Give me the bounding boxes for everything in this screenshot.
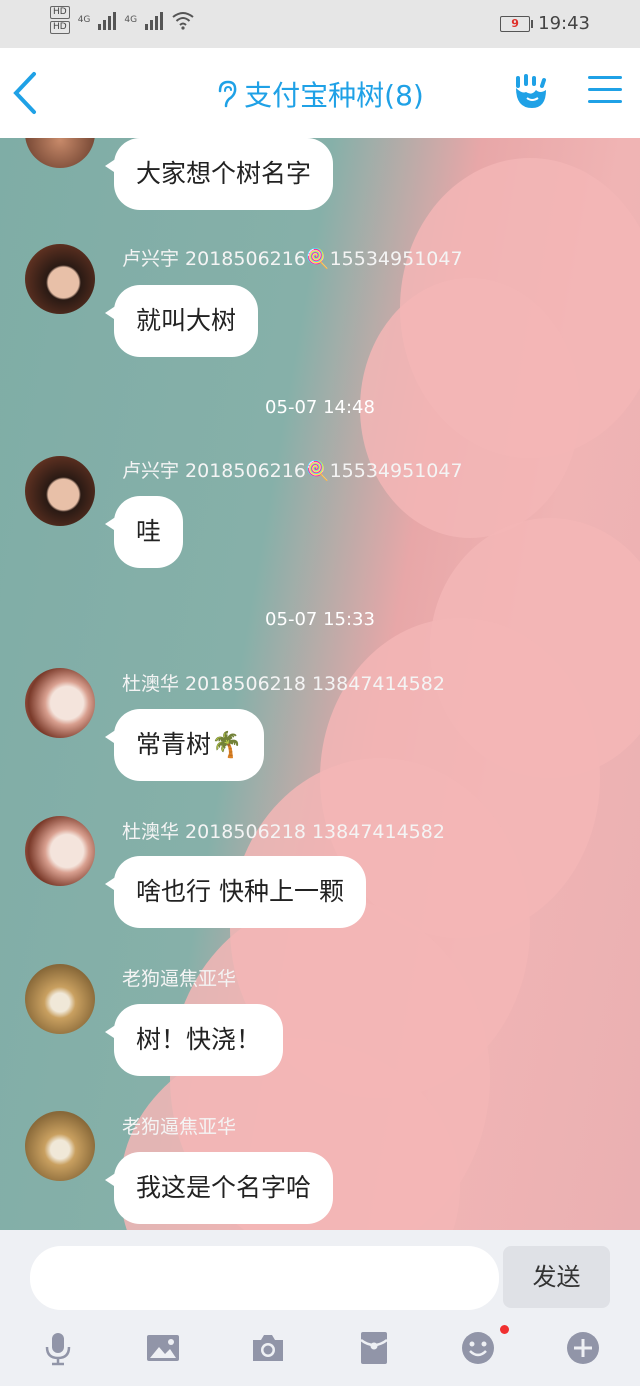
network-label-1: 4G — [77, 15, 91, 25]
sender-name: 杜澳华 2018506218 13847414582 — [122, 821, 445, 843]
timestamp: 05-07 14:48 — [265, 397, 375, 418]
avatar[interactable] — [25, 456, 95, 526]
image-icon[interactable] — [145, 1330, 181, 1366]
sender-name: 老狗逼焦亚华 — [122, 968, 237, 990]
avatar[interactable] — [25, 668, 95, 738]
microphone-icon[interactable] — [40, 1330, 76, 1366]
chat-header: 支付宝种树(8) — [0, 48, 640, 139]
sender-name: 老狗逼焦亚华 — [122, 1116, 237, 1138]
avatar[interactable] — [25, 244, 95, 314]
message-input[interactable] — [30, 1246, 499, 1310]
send-button[interactable]: 发送 — [503, 1246, 610, 1308]
sender-name: 卢兴宇 2018506216🍭15534951047 — [122, 460, 463, 482]
status-bar: HD HD 4G 4G 9 19:43 — [0, 0, 640, 48]
battery-icon: 9 — [500, 15, 534, 32]
menu-icon[interactable] — [588, 76, 622, 106]
wifi-icon — [172, 12, 194, 30]
ear-icon — [218, 80, 237, 108]
plus-icon[interactable] — [565, 1330, 601, 1366]
message-bubble[interactable]: 就叫大树 — [104, 285, 259, 357]
avatar[interactable] — [25, 138, 95, 168]
avatar[interactable] — [25, 964, 95, 1034]
red-packet-icon[interactable] — [356, 1330, 392, 1366]
message-bubble[interactable]: 树！快浇！ — [104, 1004, 284, 1076]
notification-dot — [500, 1325, 509, 1334]
message-bubble[interactable]: 啥也行 快种上一颗 — [105, 856, 366, 928]
message-bubble[interactable]: 哇 — [104, 496, 184, 568]
sender-name: 杜澳华 2018506218 13847414582 — [122, 673, 445, 695]
avatar[interactable] — [25, 816, 95, 886]
sender-name: 卢兴宇 2018506216🍭15534951047 — [122, 248, 463, 270]
status-left: HD HD 4G 4G — [50, 6, 195, 34]
message-bubble[interactable]: 我这是个名字哈 — [104, 1152, 334, 1224]
chat-area[interactable]: 大家想个树名字 卢兴宇 2018506216🍭15534951047 就叫大树 … — [0, 138, 640, 1230]
signal-icon-2 — [145, 10, 164, 30]
signal-icon — [98, 10, 117, 30]
emoji-icon[interactable] — [460, 1330, 496, 1366]
message-bubble[interactable]: 常青树🌴 — [104, 709, 265, 781]
timestamp: 05-07 15:33 — [265, 609, 375, 630]
hand-gesture-icon[interactable] — [512, 72, 552, 112]
chat-title-text: 支付宝种树(8) — [244, 79, 424, 112]
avatar[interactable] — [25, 1111, 95, 1181]
message-bubble[interactable]: 大家想个树名字 — [104, 138, 334, 210]
hd-badge-1: HD — [50, 6, 70, 19]
network-label-2: 4G — [124, 15, 138, 25]
camera-icon[interactable] — [250, 1330, 286, 1366]
hd-badge-2: HD — [50, 21, 70, 34]
clock: 19:43 — [538, 13, 590, 34]
input-bar: 发送 — [0, 1230, 640, 1386]
